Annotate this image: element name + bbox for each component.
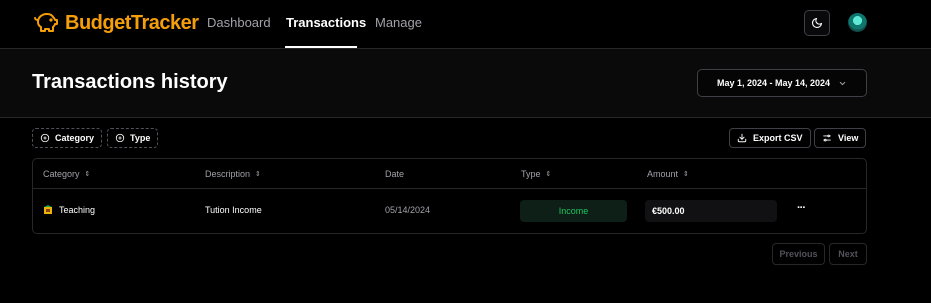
column-header-category[interactable]: Category ⇕	[43, 169, 90, 179]
sort-icon: ⇕	[683, 170, 689, 178]
filter-type-button[interactable]: Type	[107, 128, 159, 148]
nav-link-dashboard[interactable]: Dashboard	[207, 15, 271, 30]
column-header-amount[interactable]: Amount ⇕	[647, 169, 689, 179]
app-name: BudgetTracker	[65, 11, 199, 34]
nav-link-manage[interactable]: Manage	[375, 15, 422, 30]
user-avatar[interactable]	[848, 13, 867, 32]
chevron-down-icon	[839, 81, 846, 85]
cell-description: Tution Income	[205, 205, 262, 215]
cell-date: 05/14/2024	[385, 205, 431, 215]
type-badge: Income	[520, 200, 627, 222]
download-icon	[737, 133, 747, 143]
school-emoji-icon	[44, 205, 52, 214]
date-range-picker[interactable]: May 1, 2024 - May 14, 2024	[697, 69, 867, 97]
filter-category-label: Category	[55, 133, 95, 143]
plus-circle-icon	[115, 133, 125, 143]
row-actions-button[interactable]: ···	[797, 202, 806, 214]
next-page-button[interactable]: Next	[829, 243, 867, 265]
column-header-label: Category	[43, 169, 80, 179]
table-header: Category ⇕ Description ⇕ Date Type ⇕ Amo…	[33, 159, 866, 189]
sliders-icon	[823, 134, 831, 142]
column-header-description[interactable]: Description ⇕	[205, 169, 261, 179]
column-header-type[interactable]: Type ⇕	[521, 169, 551, 179]
table-row[interactable]: Teaching Tution Income 05/14/2024 Income…	[33, 189, 866, 234]
sort-icon: ⇕	[255, 170, 261, 178]
cell-amount: €500.00	[645, 200, 777, 222]
page-header: Transactions history May 1, 2024 - May 1…	[0, 49, 931, 118]
export-csv-button[interactable]: Export CSV	[729, 128, 811, 148]
view-options-button[interactable]: View	[814, 128, 867, 148]
nav-link-transactions[interactable]: Transactions	[286, 15, 366, 30]
sort-icon: ⇕	[84, 170, 91, 178]
page-title: Transactions history	[32, 71, 228, 93]
theme-toggle-button[interactable]	[804, 10, 830, 36]
category-label: Teaching	[59, 205, 96, 215]
filter-category-button[interactable]: Category	[32, 128, 103, 148]
column-header-label: Amount	[647, 169, 679, 179]
view-options-label: View	[838, 133, 859, 143]
export-csv-label: Export CSV	[753, 133, 803, 143]
piggy-bank-icon	[34, 13, 58, 32]
moon-icon	[811, 17, 823, 29]
sort-icon: ⇕	[545, 170, 552, 178]
previous-page-button[interactable]: Previous	[772, 243, 825, 265]
cell-category: Teaching	[43, 205, 95, 215]
transactions-table: Category ⇕ Description ⇕ Date Type ⇕ Amo…	[32, 158, 867, 234]
app-logo[interactable]: BudgetTracker	[33, 11, 199, 35]
active-tab-indicator	[285, 46, 357, 48]
column-header-label: Description	[205, 169, 251, 179]
more-horizontal-icon: ···	[797, 202, 806, 214]
plus-circle-icon	[40, 133, 50, 143]
date-range-label: May 1, 2024 - May 14, 2024	[716, 78, 831, 88]
top-navbar: BudgetTracker Dashboard Transactions Man…	[0, 0, 931, 49]
column-header-label: Date	[385, 169, 405, 179]
column-header-date: Date	[385, 169, 404, 179]
column-header-label: Type	[521, 169, 541, 179]
filter-type-label: Type	[130, 133, 151, 143]
